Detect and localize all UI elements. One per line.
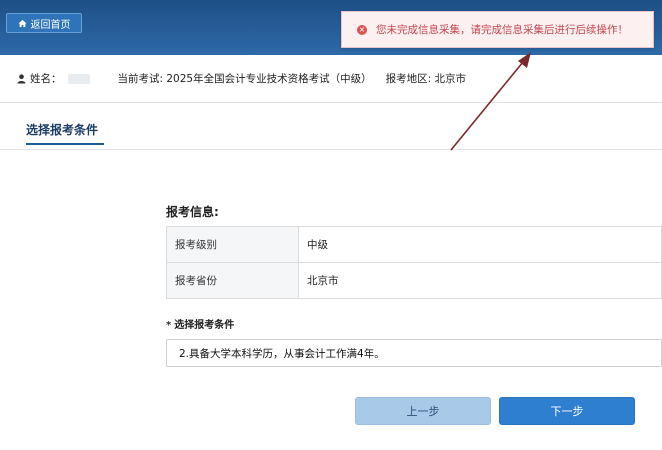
section-title: 报考信息:: [166, 205, 219, 219]
main-content: 选择报考条件 报考信息: 报考级别 中级 报考省份 北京市 * 选择报考条件 2.…: [0, 103, 662, 450]
condition-select[interactable]: 2.具备大学本科学历，从事会计工作满4年。: [166, 339, 662, 367]
exam-region: 报考地区: 北京市: [385, 73, 466, 85]
alert-message: 您未完成信息采集，请完成信息采集后进行后续操作！: [376, 24, 628, 36]
level-label: 报考级别: [166, 226, 299, 263]
previous-step-button[interactable]: 上一步: [355, 397, 491, 425]
condition-label: * 选择报考条件: [166, 316, 234, 331]
level-value: 中级: [298, 226, 662, 263]
exam-info-bar: 姓名： 当前考试: 2025年全国会计专业技术资格考试（中级） 报考地区: 北京…: [0, 55, 662, 103]
next-step-button[interactable]: 下一步: [499, 397, 635, 425]
back-home-button[interactable]: 返回首页: [6, 13, 82, 33]
home-icon: [17, 19, 27, 27]
province-label: 报考省份: [166, 262, 299, 299]
exam-info-table: 报考级别 中级 报考省份 北京市: [166, 226, 662, 299]
error-alert: × 您未完成信息采集，请完成信息采集后进行后续操作！: [341, 11, 654, 48]
back-home-label: 返回首页: [30, 19, 71, 31]
table-row: 报考省份 北京市: [166, 262, 662, 299]
province-value: 北京市: [298, 262, 662, 299]
name-label: 姓名：: [30, 73, 62, 85]
table-row: 报考级别 中级: [166, 226, 662, 263]
error-icon: ×: [357, 24, 367, 35]
required-mark: *: [166, 320, 172, 331]
user-icon: [17, 73, 26, 83]
current-exam: 当前考试: 2025年全国会计专业技术资格考试（中级）: [117, 73, 372, 85]
name-redacted: [67, 73, 90, 84]
tab-select-condition[interactable]: 选择报考条件: [26, 121, 104, 145]
user-info: 姓名：: [17, 71, 90, 86]
condition-label-text: 选择报考条件: [174, 320, 235, 331]
tab-bar: 选择报考条件: [0, 103, 662, 150]
